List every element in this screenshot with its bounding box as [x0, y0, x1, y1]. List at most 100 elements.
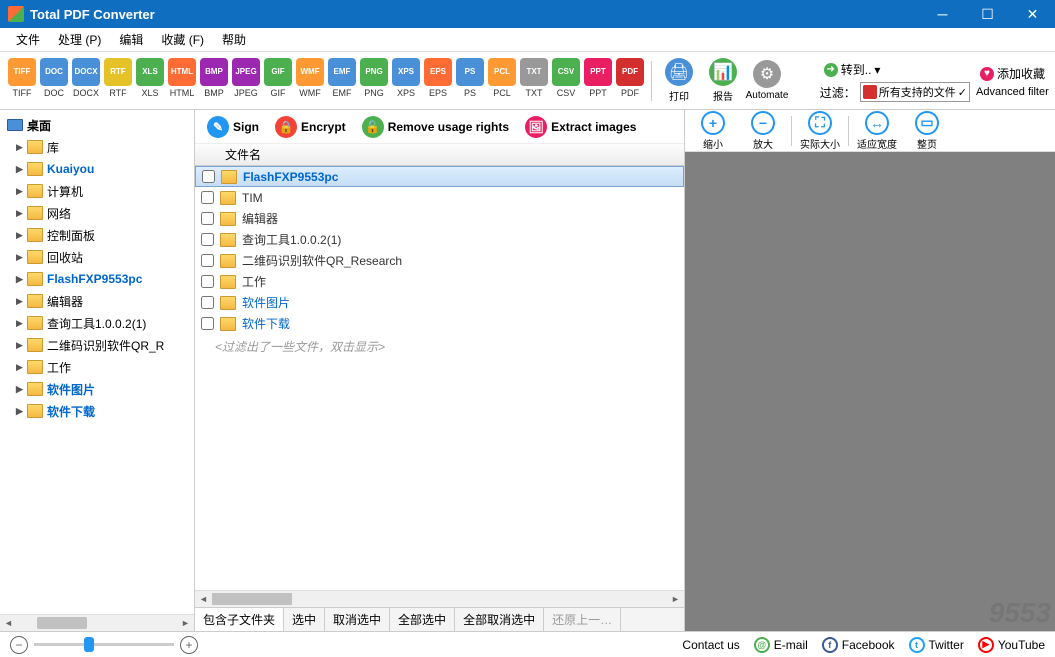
folder-icon	[220, 296, 236, 310]
zoom-slider[interactable]	[34, 643, 174, 646]
zoom-control[interactable]: − +	[10, 636, 198, 654]
youtube-link[interactable]: ▶YouTube	[978, 637, 1045, 653]
format-emf[interactable]: EMFEMF	[326, 56, 358, 106]
file-checkbox[interactable]	[201, 317, 214, 330]
format-gif[interactable]: GIFGIF	[262, 56, 294, 106]
minimize-button[interactable]: ─	[920, 0, 965, 28]
file-checkbox[interactable]	[201, 233, 214, 246]
file-row[interactable]: 软件下载	[195, 313, 684, 334]
format-jpeg[interactable]: JPEGJPEG	[230, 56, 262, 106]
maximize-button[interactable]: ☐	[965, 0, 1010, 28]
tree-item[interactable]: ▶FlashFXP9553pc	[0, 268, 194, 290]
file-checkbox[interactable]	[201, 296, 214, 309]
tree-item[interactable]: ▶查询工具1.0.0.2(1)	[0, 312, 194, 334]
tab-item[interactable]: 取消选中	[325, 608, 390, 631]
folder-icon	[220, 233, 236, 247]
tab-item[interactable]: 全部取消选中	[455, 608, 544, 631]
close-button[interactable]: ✕	[1010, 0, 1055, 28]
format-pdf[interactable]: PDFPDF	[614, 56, 646, 106]
file-checkbox[interactable]	[201, 191, 214, 204]
tab-item[interactable]: 选中	[284, 608, 325, 631]
footer: − + Contact us @E-mail fFacebook tTwitte…	[0, 631, 1055, 657]
file-checkbox[interactable]	[201, 275, 214, 288]
tree-item[interactable]: ▶Kuaiyou	[0, 158, 194, 180]
file-row[interactable]: FlashFXP9553pc	[195, 166, 684, 187]
file-row[interactable]: 查询工具1.0.0.2(1)	[195, 229, 684, 250]
tree-item[interactable]: ▶工作	[0, 356, 194, 378]
separator	[651, 61, 652, 101]
preview-整页[interactable]: ▭整页	[905, 111, 949, 151]
file-row[interactable]: 编辑器	[195, 208, 684, 229]
filter-message[interactable]: <过滤出了一些文件，双击显示>	[195, 334, 684, 359]
add-favorite-link[interactable]: ♥添加收藏	[976, 63, 1049, 84]
facebook-link[interactable]: fFacebook	[822, 637, 895, 653]
goto-link[interactable]: ➜转到.. ▾	[820, 59, 970, 80]
format-png[interactable]: PNGPNG	[358, 56, 390, 106]
advanced-filter-link[interactable]: Advanced filter	[976, 86, 1049, 98]
zoom-out-button[interactable]: −	[10, 636, 28, 654]
tree-item[interactable]: ▶二维码识别软件QR_R	[0, 334, 194, 356]
tree-item[interactable]: ▶软件图片	[0, 378, 194, 400]
file-row[interactable]: TIM	[195, 187, 684, 208]
action-remove-usage-rights[interactable]: 🔓Remove usage rights	[358, 114, 513, 140]
menu-item[interactable]: 处理 (P)	[50, 29, 109, 50]
tab-item[interactable]: 包含子文件夹	[195, 608, 284, 631]
action-extract-images[interactable]: 🖼Extract images	[521, 114, 640, 140]
format-xps[interactable]: XPSXPS	[390, 56, 422, 106]
toolbar-打印[interactable]: 🖨打印	[657, 56, 701, 106]
contact-link[interactable]: Contact us	[682, 638, 739, 652]
format-pcl[interactable]: PCLPCL	[486, 56, 518, 106]
tree-item[interactable]: ▶计算机	[0, 180, 194, 202]
format-ppt[interactable]: PPTPPT	[582, 56, 614, 106]
format-docx[interactable]: DOCXDOCX	[70, 56, 102, 106]
format-tiff[interactable]: TIFFTIFF	[6, 56, 38, 106]
format-doc[interactable]: DOCDOC	[38, 56, 70, 106]
file-scrollbar[interactable]: ◄►	[195, 590, 684, 607]
preview-实际大小[interactable]: ⛶实际大小	[798, 111, 842, 151]
file-panel: ✎Sign 🔒Encrypt 🔓Remove usage rights 🖼Extrac…	[195, 110, 685, 631]
email-link[interactable]: @E-mail	[754, 637, 808, 653]
preview-适应宽度[interactable]: ↔适应宽度	[855, 111, 899, 151]
file-row[interactable]: 二维码识别软件QR_Research	[195, 250, 684, 271]
format-rtf[interactable]: RTFRTF	[102, 56, 134, 106]
toolbar-报告[interactable]: 📊报告	[701, 56, 745, 106]
format-ps[interactable]: PSPS	[454, 56, 486, 106]
tab-item[interactable]: 全部选中	[390, 608, 455, 631]
tree-root[interactable]: 桌面	[0, 114, 194, 136]
file-checkbox[interactable]	[201, 254, 214, 267]
menu-item[interactable]: 帮助	[214, 29, 254, 50]
file-list-header[interactable]: 文件名	[195, 144, 684, 166]
tree-item[interactable]: ▶软件下载	[0, 400, 194, 422]
sidebar-scrollbar[interactable]: ◄►	[0, 614, 194, 631]
file-checkbox[interactable]	[202, 170, 215, 183]
format-xls[interactable]: XLSXLS	[134, 56, 166, 106]
tree-item[interactable]: ▶回收站	[0, 246, 194, 268]
preview-缩小[interactable]: +缩小	[691, 111, 735, 151]
menu-item[interactable]: 编辑	[111, 29, 151, 50]
file-row[interactable]: 软件图片	[195, 292, 684, 313]
format-html[interactable]: HTMLHTML	[166, 56, 198, 106]
format-txt[interactable]: TXTTXT	[518, 56, 550, 106]
file-checkbox[interactable]	[201, 212, 214, 225]
menu-item[interactable]: 收藏 (F)	[153, 29, 212, 50]
filter-select[interactable]: 所有支持的文件✓	[860, 82, 970, 102]
preview-area	[685, 152, 1055, 631]
file-row[interactable]: 工作	[195, 271, 684, 292]
menu-item[interactable]: 文件	[8, 29, 48, 50]
action-sign[interactable]: ✎Sign	[203, 114, 263, 140]
zoom-in-button[interactable]: +	[180, 636, 198, 654]
tree-item[interactable]: ▶编辑器	[0, 290, 194, 312]
tab-item[interactable]: 还原上一…	[544, 608, 621, 631]
format-bmp[interactable]: BMPBMP	[198, 56, 230, 106]
toolbar-Automate[interactable]: ⚙Automate	[745, 56, 789, 106]
tree-item[interactable]: ▶网络	[0, 202, 194, 224]
format-csv[interactable]: CSVCSV	[550, 56, 582, 106]
tree-item[interactable]: ▶库	[0, 136, 194, 158]
menubar: 文件处理 (P)编辑收藏 (F)帮助	[0, 28, 1055, 52]
action-encrypt[interactable]: 🔒Encrypt	[271, 114, 350, 140]
format-eps[interactable]: EPSEPS	[422, 56, 454, 106]
preview-放大[interactable]: −放大	[741, 111, 785, 151]
format-wmf[interactable]: WMFWMF	[294, 56, 326, 106]
twitter-link[interactable]: tTwitter	[909, 637, 964, 653]
tree-item[interactable]: ▶控制面板	[0, 224, 194, 246]
